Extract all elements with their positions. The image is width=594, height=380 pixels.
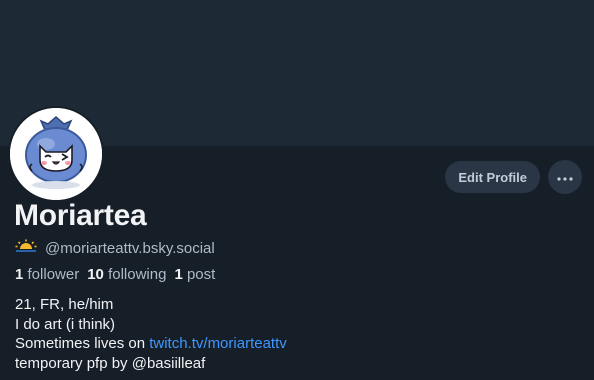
posts-count: 1 [174, 266, 183, 283]
sun-icon [15, 239, 37, 257]
following-label: following [108, 266, 167, 283]
following-link[interactable]: 10 following [87, 266, 166, 283]
followers-label: follower [27, 266, 80, 283]
following-count: 10 [87, 266, 104, 283]
display-name: Moriartea [14, 199, 147, 232]
profile-bio: 21, FR, he/him I do art (i think) Someti… [15, 295, 287, 373]
more-options-button[interactable] [548, 160, 582, 194]
avatar[interactable] [10, 108, 102, 200]
posts-label: post [186, 266, 216, 283]
twitch-link[interactable]: twitch.tv/moriarteattv [149, 335, 287, 352]
posts-count-link: 1 post [174, 266, 215, 283]
edit-profile-button[interactable]: Edit Profile [445, 161, 540, 193]
profile-page: Edit Profile Moriartea @moriarteattv.bsk… [0, 0, 594, 380]
bio-line: I do art (i think) [15, 315, 116, 333]
ellipsis-icon [557, 168, 573, 186]
bio-text: Sometimes lives on [15, 335, 150, 352]
handle[interactable]: @moriarteattv.bsky.social [45, 240, 215, 257]
profile-actions: Edit Profile [445, 160, 582, 194]
blueberry-cat-avatar-image [10, 108, 102, 200]
followers-count: 1 [15, 266, 24, 283]
handle-row: @moriarteattv.bsky.social [15, 239, 215, 257]
bio-line: temporary pfp by @basiilleaf [15, 354, 206, 372]
profile-stats: 1 follower 10 following 1 post [15, 266, 215, 283]
followers-link[interactable]: 1 follower [15, 266, 79, 283]
bio-line: Sometimes lives on twitch.tv/moriarteatt… [15, 334, 287, 354]
bio-line: 21, FR, he/him [15, 296, 114, 313]
